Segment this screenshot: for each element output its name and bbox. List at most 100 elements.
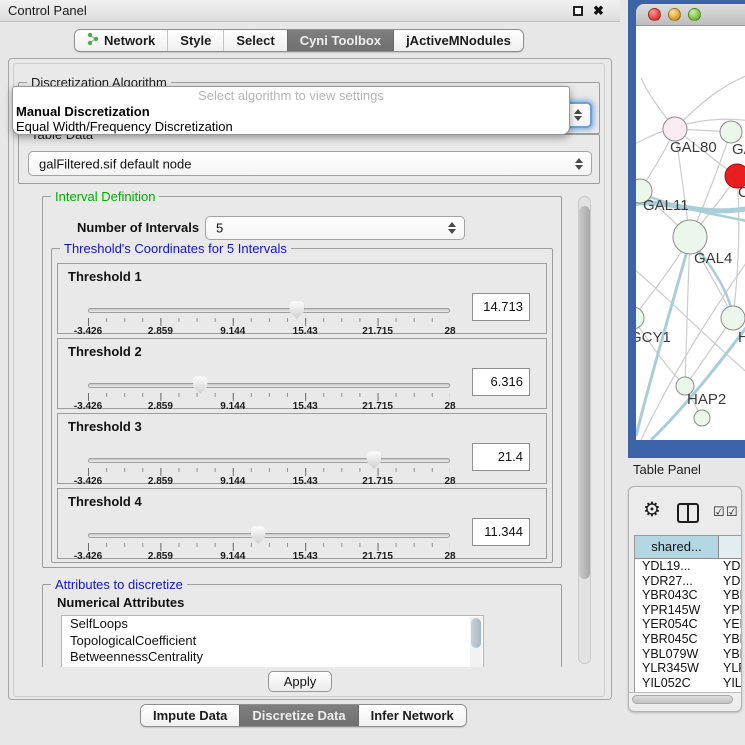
network-node[interactable] [663,117,687,141]
settings-scroll-viewport: Interval Definition Number of Intervals … [14,190,574,667]
cell-shared-name[interactable]: YER054C [635,617,719,632]
slider-track[interactable] [88,533,450,538]
attribute-item[interactable]: SelfLoops [62,616,483,633]
cell-name[interactable]: YPR1 [719,603,742,618]
tab-impute-data[interactable]: Impute Data [141,705,239,726]
dropdown-option-manual[interactable]: Manual Discretization [13,104,569,119]
threshold-slider[interactable]: -3.4262.8599.14415.4321.71528 [88,379,450,409]
table-body: YDL19...YDL1YDR27...YDR2YBR043CYBR0YPR14… [635,559,742,690]
tab-label: Impute Data [153,708,227,723]
attributes-scrollbar[interactable] [470,617,482,667]
dropdown-option-equal-width[interactable]: Equal Width/Frequency Discretization [13,119,569,134]
tab-select[interactable]: Select [223,30,286,51]
table-row[interactable]: YBL079WYBL0 [635,647,742,662]
split-pane-icon[interactable] [677,503,699,523]
network-node[interactable] [636,307,644,329]
threshold-slider[interactable]: -3.4262.8599.14415.4321.71528 [88,454,450,484]
cell-shared-name[interactable]: YBR043C [635,588,719,603]
slider-track[interactable] [88,308,450,313]
table-row[interactable]: YLR345WYLR3 [635,661,742,676]
tab-network[interactable]: Network [75,30,167,51]
screen: Control Panel ✖ Network Style Select Cyn… [0,0,745,745]
cell-shared-name[interactable]: YBR045C [635,632,719,647]
table-row[interactable]: YBR043CYBR0 [635,588,742,603]
network-window-titlebar[interactable] [636,4,745,26]
tab-infer-network[interactable]: Infer Network [358,705,466,726]
table-row[interactable]: YBR045CYBR0 [635,632,742,647]
cell-shared-name[interactable]: YDL19... [635,559,719,574]
attributes-list[interactable]: SelfLoopsTopologicalCoefficientBetweenne… [61,615,484,667]
node-attribute-table: shared... na YDL19...YDL1YDR27...YDR2YBR… [634,535,742,692]
table-row[interactable]: YDR27...YDR2 [635,574,742,589]
table-data-combobox[interactable]: galFiltered.sif default node [28,151,592,176]
slider-thumb[interactable] [366,451,381,469]
table-horizontal-scrollbar[interactable] [629,692,741,705]
network-node[interactable] [673,220,707,254]
threshold-row: Threshold 4-3.4262.8599.14415.4321.71528… [57,488,547,559]
tab-discretize-data[interactable]: Discretize Data [239,705,357,726]
network-node[interactable] [720,121,742,143]
slider-track[interactable] [88,383,450,388]
scrollbar-thumb[interactable] [632,695,733,704]
panel-scrollbar[interactable] [578,196,591,664]
network-canvas[interactable]: GAL80GACGAL11GAL4GCY1HHAP2 [636,26,745,440]
slider-track[interactable] [88,458,450,463]
interval-definition-group: Interval Definition Number of Intervals … [42,196,562,568]
float-panel-icon[interactable] [573,6,583,16]
apply-button[interactable]: Apply [268,671,332,692]
window-close-icon[interactable] [648,8,661,21]
tick-label: 21.715 [362,551,393,562]
tab-cyni-toolbox[interactable]: Cyni Toolbox [287,30,393,51]
tab-jactivemnodules[interactable]: jActiveMNodules [393,30,523,51]
cell-name[interactable]: YBR0 [719,588,742,603]
checkbox-icon[interactable]: ☑ [726,504,738,520]
cell-shared-name[interactable]: YLR345W [635,661,719,676]
tab-label: Infer Network [371,708,454,723]
cell-name[interactable]: YBR0 [719,632,742,647]
tick-label: 15.43 [293,476,318,487]
threshold-slider[interactable]: -3.4262.8599.14415.4321.71528 [88,529,450,559]
cell-shared-name[interactable]: YIL052C [635,676,719,691]
tick-label: 28 [444,326,455,337]
cell-name[interactable]: YER0 [719,617,742,632]
tick-label: 2.859 [148,551,173,562]
scrollbar-thumb[interactable] [579,206,590,579]
network-icon [87,32,99,49]
network-node[interactable] [721,306,745,330]
close-icon[interactable]: ✖ [593,3,604,19]
threshold-slider[interactable]: -3.4262.8599.14415.4321.71528 [88,304,450,334]
column-header-name[interactable]: na [719,536,742,558]
cell-name[interactable]: YIL0 [719,676,742,691]
tab-style[interactable]: Style [167,30,223,51]
table-row[interactable]: YDL19...YDL1 [635,559,742,574]
attribute-item[interactable]: TopologicalCoefficient [62,633,483,650]
table-row[interactable]: YER054CYER0 [635,617,742,632]
threshold-value-input[interactable]: 14.713 [472,293,530,321]
slider-thumb[interactable] [289,301,304,319]
cell-shared-name[interactable]: YPR145W [635,603,719,618]
cell-shared-name[interactable]: YDR27... [635,574,719,589]
threshold-value-input[interactable]: 6.316 [472,368,530,396]
scrollbar-thumb[interactable] [471,618,481,648]
threshold-value-input[interactable]: 21.4 [472,443,530,471]
cell-name[interactable]: YLR3 [719,661,742,676]
network-node-label: GAL80 [670,139,717,156]
cell-name[interactable]: YDR2 [719,574,742,589]
cell-name[interactable]: YDL1 [719,559,742,574]
window-minimize-icon[interactable] [668,8,681,21]
slider-thumb[interactable] [193,376,208,394]
table-row[interactable]: YPR145WYPR1 [635,603,742,618]
cell-shared-name[interactable]: YBL079W [635,647,719,662]
threshold-value-input[interactable]: 11.344 [472,518,530,546]
column-header-shared-name[interactable]: shared... [635,536,719,558]
network-node[interactable] [694,410,710,426]
gear-icon[interactable]: ⚙ [643,500,661,520]
number-of-intervals-combobox[interactable]: 5 [205,216,465,240]
checkbox-icon[interactable]: ☑ [713,504,725,520]
group-title: Attributes to discretize [51,577,187,592]
attribute-item[interactable]: BetweennessCentrality [62,649,483,666]
slider-thumb[interactable] [251,526,266,544]
cell-name[interactable]: YBL0 [719,647,742,662]
table-row[interactable]: YIL052CYIL0 [635,676,742,691]
window-zoom-icon[interactable] [688,8,701,21]
